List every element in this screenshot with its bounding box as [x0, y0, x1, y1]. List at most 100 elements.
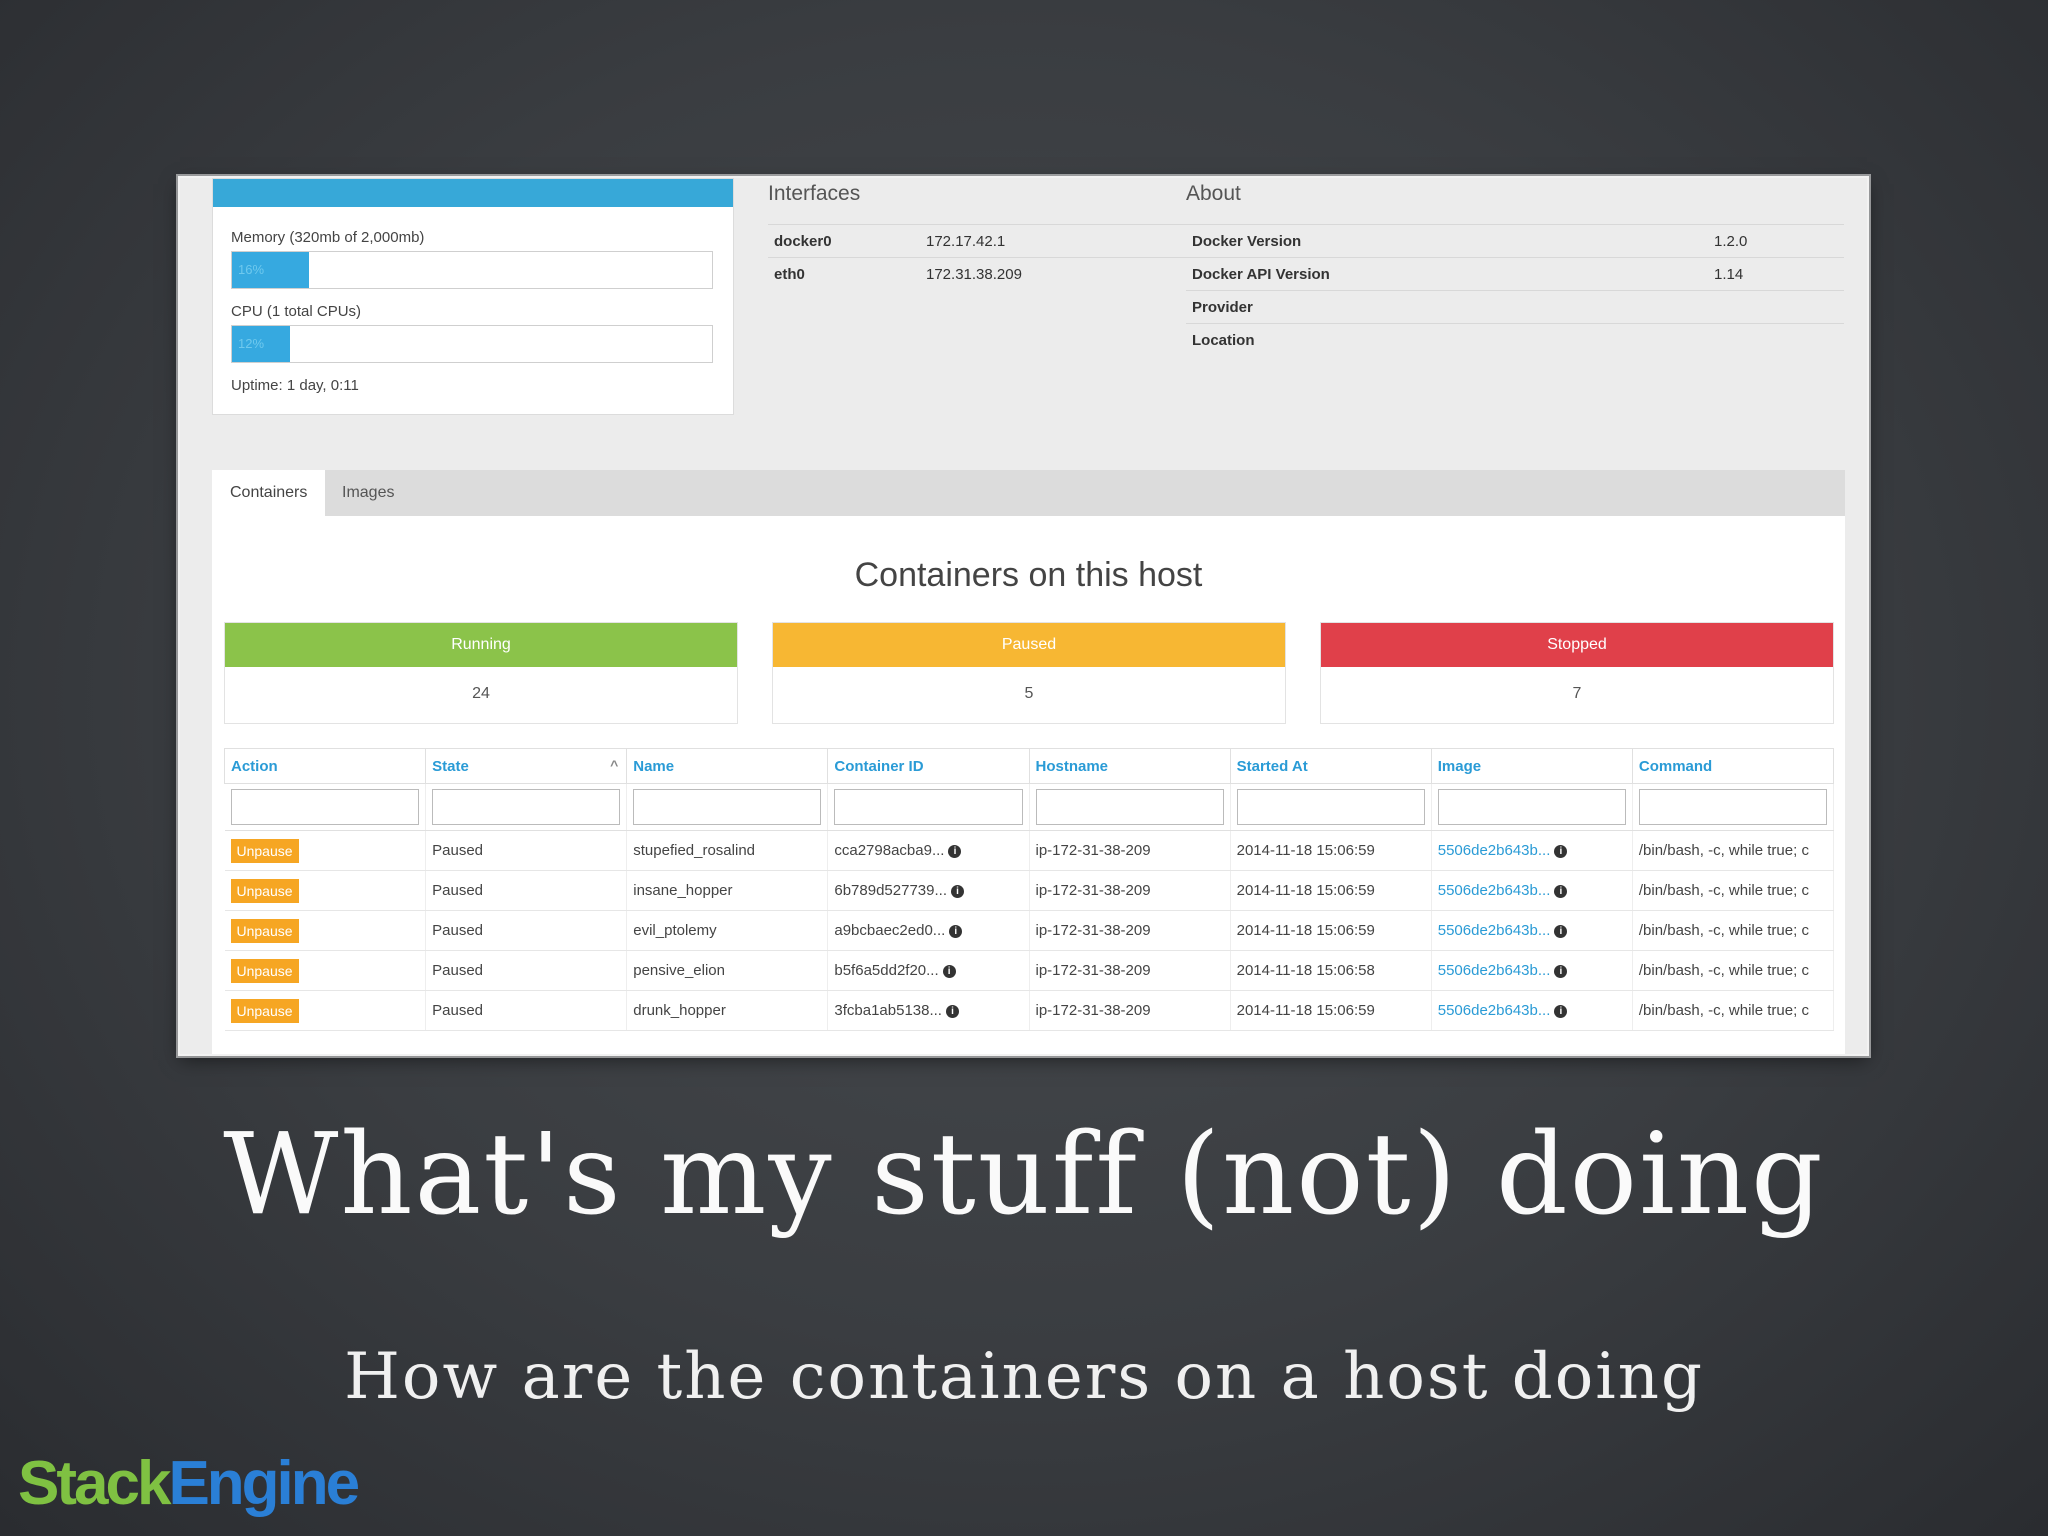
filter-image-input[interactable] — [1437, 789, 1626, 825]
filter-action-input[interactable] — [230, 789, 420, 825]
image-link[interactable]: 5506de2b643b... — [1438, 1002, 1551, 1019]
state-label: Stopped — [1321, 623, 1833, 667]
uptime-text: Uptime: 1 day, 0:11 — [231, 377, 359, 394]
container-id-text: 3fcba1ab5138... — [834, 1002, 942, 1019]
image-link[interactable]: 5506de2b643b... — [1438, 962, 1551, 979]
info-icon[interactable]: i — [942, 964, 956, 978]
info-icon[interactable]: i — [1554, 1004, 1568, 1018]
info-icon[interactable]: i — [949, 924, 963, 938]
memory-label: Memory (320mb of 2,000mb) — [231, 229, 425, 246]
info-icon[interactable]: i — [1554, 844, 1568, 858]
tab-containers[interactable]: Containers — [212, 470, 326, 516]
column-header-name[interactable]: Name — [626, 748, 829, 784]
unpause-button[interactable]: Unpause — [230, 958, 299, 983]
unpause-button[interactable]: Unpause — [230, 878, 299, 903]
container-id-text: a9bcbaec2ed0... — [834, 922, 946, 939]
info-icon[interactable]: i — [951, 884, 964, 898]
filter-state-input[interactable] — [432, 789, 621, 825]
state-label: Running — [225, 623, 737, 667]
memory-bar-fill: 16% — [232, 252, 309, 288]
column-header-command[interactable]: Command — [1631, 748, 1835, 784]
image-link[interactable]: 5506de2b643b... — [1438, 882, 1551, 899]
unpause-button[interactable]: Unpause — [230, 998, 299, 1023]
column-header-action[interactable]: Action — [223, 748, 427, 784]
info-icon[interactable]: i — [945, 1004, 959, 1018]
started-at-cell: 2014-11-18 15:06:58 — [1230, 950, 1432, 991]
column-header-container-id[interactable]: Container ID — [827, 748, 1030, 784]
filter-command-input[interactable] — [1638, 789, 1827, 825]
table-row: Unpause Paused evil_ptolemy a9bcbaec2ed0...… — [224, 910, 1835, 951]
container-id-cell: 3fcba1ab5138... i — [827, 990, 1030, 1031]
state-cell: Paused — [425, 950, 628, 991]
column-header-label: State — [432, 757, 469, 775]
about-value: 1.2.0 — [1708, 224, 1844, 258]
container-name-link[interactable]: drunk_hopper — [626, 990, 829, 1031]
hostname-link[interactable]: ip-172-31-38-209 — [1029, 830, 1231, 871]
container-id-text: 6b789d527739... — [834, 882, 947, 899]
hostname-link[interactable]: ip-172-31-38-209 — [1029, 910, 1231, 951]
info-icon[interactable]: i — [1554, 924, 1568, 938]
table-row: Unpause Paused stupefied_rosalind cca2798ac… — [224, 830, 1835, 871]
state-cell: Paused — [425, 870, 628, 911]
state-cell: Paused — [425, 830, 628, 871]
started-at-cell: 2014-11-18 15:06:59 — [1230, 870, 1432, 911]
container-name-link[interactable]: evil_ptolemy — [626, 910, 829, 951]
info-icon[interactable]: i — [1554, 884, 1568, 898]
column-header-state[interactable]: State ^ — [425, 748, 628, 784]
hostname-link[interactable]: ip-172-31-38-209 — [1029, 950, 1231, 991]
about-key: Location — [1186, 323, 1708, 356]
container-name-link[interactable]: insane_hopper — [626, 870, 829, 911]
interfaces-title: Interfaces — [768, 182, 861, 205]
memory-bar: 16% — [231, 251, 713, 289]
hostname-link[interactable]: ip-172-31-38-209 — [1029, 870, 1231, 911]
image-cell: 5506de2b643b... i — [1431, 910, 1633, 951]
about-row: Provider — [1186, 290, 1844, 324]
state-count: 24 — [472, 685, 490, 702]
column-header-hostname[interactable]: Hostname — [1028, 748, 1231, 784]
filter-hostname-input[interactable] — [1035, 789, 1224, 825]
container-id-text: cca2798acba9... — [834, 842, 945, 859]
image-cell: 5506de2b643b... i — [1431, 830, 1633, 871]
logo-part-stack: Stack — [18, 1449, 171, 1518]
command-cell: /bin/bash, -c, while true; c — [1632, 870, 1835, 911]
action-cell: Unpause — [224, 910, 427, 951]
started-at-cell: 2014-11-18 15:06:59 — [1230, 830, 1432, 871]
logo-part-engine: Engine — [168, 1449, 360, 1518]
filter-container-id-input[interactable] — [834, 789, 1023, 825]
column-header-image[interactable]: Image — [1430, 748, 1633, 784]
state-cell: Paused — [425, 990, 628, 1031]
about-row: Docker API Version 1.14 — [1186, 257, 1844, 291]
filter-started-at-input[interactable] — [1236, 789, 1425, 825]
about-key: Docker API Version — [1186, 257, 1708, 291]
containers-title: Containers on this host — [854, 556, 1203, 594]
image-link[interactable]: 5506de2b643b... — [1438, 842, 1551, 859]
info-icon[interactable]: i — [948, 844, 962, 858]
hostname-link[interactable]: ip-172-31-38-209 — [1029, 990, 1231, 1031]
state-card-stopped: Stopped 7 — [1320, 622, 1834, 724]
container-id-cell: b5f6a5dd2f20... i — [827, 950, 1030, 991]
tab-images[interactable]: Images — [324, 470, 412, 516]
image-cell: 5506de2b643b... i — [1431, 870, 1633, 911]
command-cell: /bin/bash, -c, while true; c — [1632, 950, 1835, 991]
filter-cell — [827, 783, 1030, 831]
state-count: 5 — [1024, 685, 1034, 702]
about-table: Docker Version 1.2.0 Docker API Version … — [1186, 224, 1844, 356]
about-value — [1708, 323, 1844, 356]
info-icon[interactable]: i — [1554, 964, 1568, 978]
unpause-button[interactable]: Unpause — [230, 918, 299, 943]
image-cell: 5506de2b643b... i — [1431, 990, 1633, 1031]
host-stats-panel: Memory (320mb of 2,000mb) 16% CPU (1 tot… — [212, 178, 734, 415]
column-header-started-at[interactable]: Started At — [1229, 748, 1432, 784]
chevron-up-icon[interactable]: ^ — [610, 757, 618, 773]
containers-table: Action State ^ Name Container ID Hostname… — [223, 748, 1835, 1031]
filter-cell — [1632, 783, 1835, 831]
filter-name-input[interactable] — [633, 789, 822, 825]
command-cell: /bin/bash, -c, while true; c — [1632, 910, 1835, 951]
container-name-link[interactable]: pensive_elion — [626, 950, 829, 991]
filter-cell — [425, 783, 628, 831]
unpause-button[interactable]: Unpause — [230, 838, 299, 863]
container-name-link[interactable]: stupefied_rosalind — [626, 830, 829, 871]
tab-bar: Containers Images — [212, 470, 1845, 516]
about-key: Provider — [1186, 290, 1708, 324]
image-link[interactable]: 5506de2b643b... — [1438, 922, 1551, 939]
